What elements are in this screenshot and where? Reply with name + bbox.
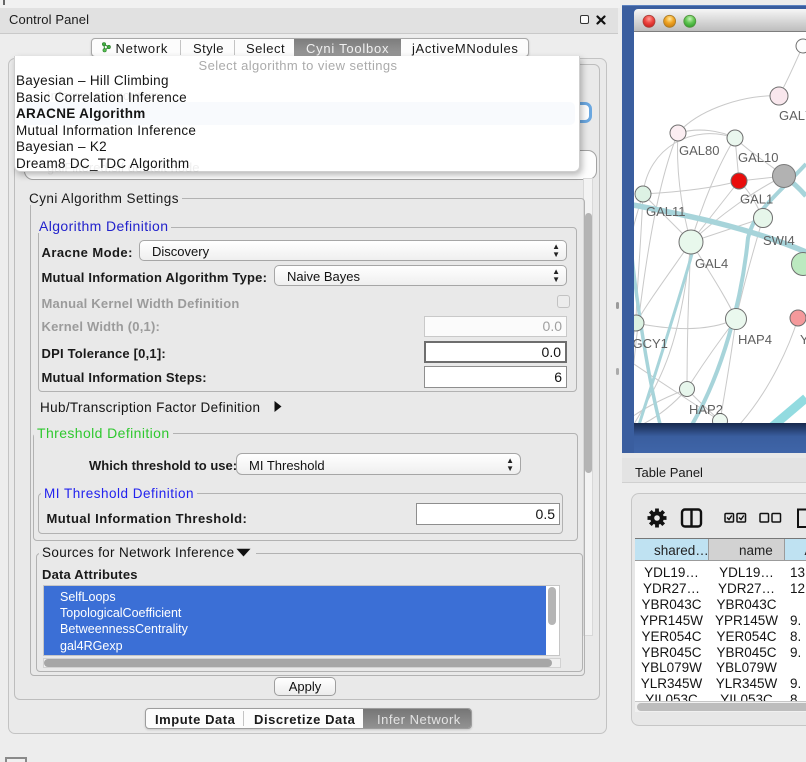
svg-text:SWI4: SWI4 [763, 233, 795, 248]
svg-text:GCY1: GCY1 [634, 336, 668, 351]
svg-text:HAP2: HAP2 [689, 402, 723, 417]
svg-text:GAL11: GAL11 [646, 204, 686, 219]
svg-text:GAL1: GAL1 [740, 192, 773, 207]
svg-text:GAL10: GAL10 [738, 150, 778, 165]
svg-text:HAP4: HAP4 [738, 332, 772, 347]
svg-text:Y: Y [800, 332, 806, 347]
svg-text:GAL80: GAL80 [679, 143, 719, 158]
svg-text:GAL4: GAL4 [695, 256, 728, 271]
svg-text:GAL7: GAL7 [779, 108, 806, 123]
